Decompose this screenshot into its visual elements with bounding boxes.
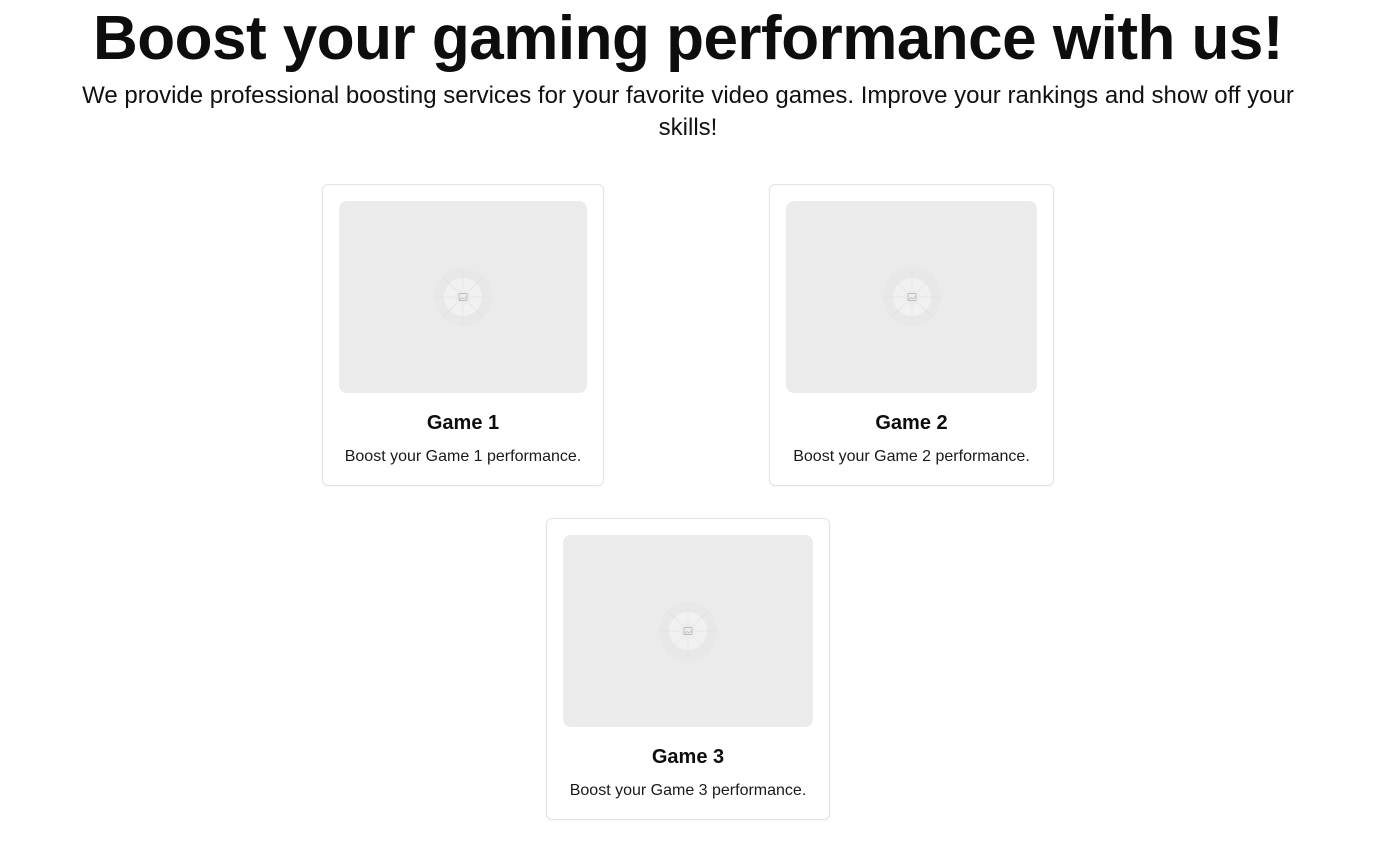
game-description: Boost your Game 1 performance. — [344, 448, 582, 465]
image-placeholder-icon — [434, 268, 492, 326]
game-image-2 — [786, 201, 1037, 393]
hero-subtitle: We provide professional boosting service… — [82, 82, 1294, 141]
game-description: Boost your Game 2 performance. — [793, 448, 1030, 465]
game-title: Game 2 — [875, 412, 948, 434]
game-title: Game 1 — [426, 412, 500, 434]
game-image-3 — [563, 535, 813, 727]
image-placeholder-icon — [659, 602, 717, 660]
game-title: Game 3 — [651, 746, 725, 768]
game-image-1 — [339, 201, 587, 393]
game-description: Boost your Game 3 performance. — [569, 782, 807, 799]
hero-title: Boost your gaming performance with us! — [92, 4, 1284, 73]
game-card-2[interactable]: Game 2 Boost your Game 2 performance. — [769, 184, 1054, 486]
game-card-3[interactable]: Game 3 Boost your Game 3 performance. — [546, 518, 830, 820]
image-placeholder-icon — [882, 268, 941, 326]
game-card-1[interactable]: Game 1 Boost your Game 1 performance. — [322, 184, 604, 486]
